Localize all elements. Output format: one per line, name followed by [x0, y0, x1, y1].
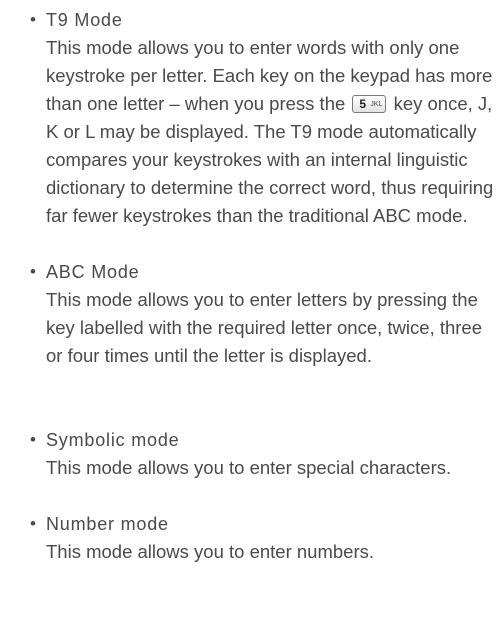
key-digit: 5 — [359, 97, 367, 111]
mode-description-t9: This mode allows you to enter words with… — [46, 34, 498, 230]
key-5-icon: 5 JKL — [352, 95, 387, 113]
mode-item-symbolic: • Symbolic mode This mode allows you to … — [0, 426, 500, 482]
mode-title-abc: ABC Mode — [46, 262, 140, 282]
mode-description-number: This mode allows you to enter numbers. — [46, 541, 375, 562]
mode-description-abc: This mode allows you to enter letters by… — [46, 289, 483, 366]
mode-title-t9: T9 Mode — [46, 10, 123, 30]
manual-page: • T9 Mode This mode allows you to enter … — [0, 0, 502, 617]
bullet: • — [30, 430, 36, 449]
mode-title-number: Number mode — [46, 514, 169, 534]
key-letters: JKL — [370, 101, 383, 108]
mode-item-number: • Number mode This mode allows you to en… — [0, 510, 500, 566]
mode-title-symbolic: Symbolic mode — [46, 430, 180, 450]
bullet: • — [30, 514, 36, 533]
mode-item-abc: • ABC Mode This mode allows you to enter… — [0, 258, 500, 370]
mode-item-t9: • T9 Mode This mode allows you to enter … — [0, 6, 500, 230]
mode-description-symbolic: This mode allows you to enter special ch… — [46, 457, 452, 478]
bullet: • — [30, 10, 36, 29]
bullet: • — [30, 262, 36, 281]
